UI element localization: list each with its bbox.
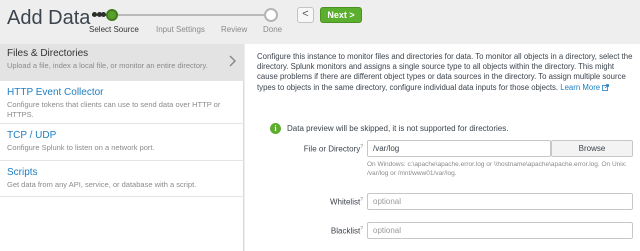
sidebar-item-desc: Configure tokens that clients can use to… <box>7 100 221 119</box>
chevron-right-icon <box>229 54 237 70</box>
path-hint: On Windows: c:\apache\apache.error.log o… <box>367 161 627 177</box>
sidebar-item-http-event-collector[interactable]: HTTP Event Collector Configure tokens th… <box>0 81 244 124</box>
back-button[interactable]: < <box>297 7 314 23</box>
wizard-track-todo <box>112 14 272 16</box>
source-sidebar: Files & Directories Upload a file, index… <box>0 44 244 251</box>
sidebar-item-title: TCP / UDP <box>7 130 57 141</box>
sidebar-item-title: Scripts <box>7 167 38 178</box>
whitelist-label: Whitelist? <box>330 197 363 207</box>
sidebar-item-desc: Configure Splunk to listen on a network … <box>7 143 155 152</box>
external-link-icon <box>602 83 610 91</box>
learn-more-link[interactable]: Learn More <box>560 83 600 92</box>
browse-button[interactable]: Browse <box>551 140 633 157</box>
sidebar-item-title: Files & Directories <box>7 48 89 59</box>
preview-skipped-notice: Data preview will be skipped, it is not … <box>287 124 509 133</box>
wizard-step-review: Review <box>221 25 248 34</box>
blacklist-label-text: Blacklist <box>330 226 361 236</box>
file-directory-label: File or Directory? <box>304 144 363 154</box>
wizard-step-current-node <box>106 9 118 21</box>
info-icon: i <box>270 123 281 134</box>
sidebar-item-files-directories[interactable]: Files & Directories Upload a file, index… <box>0 44 244 81</box>
wizard-step-done: Done <box>263 25 283 34</box>
page-title: Add Data <box>7 7 91 29</box>
wizard-step-input-settings: Input Settings <box>156 25 205 34</box>
help-mark[interactable]: ? <box>360 144 363 150</box>
source-description: Configure this instance to monitor files… <box>257 52 635 93</box>
blacklist-label: Blacklist? <box>331 226 363 236</box>
wizard-step-select-source: Select Source <box>89 25 139 34</box>
whitelist-input[interactable] <box>367 193 633 210</box>
main-content: Configure this instance to monitor files… <box>245 44 640 251</box>
sidebar-item-tcp-udp[interactable]: TCP / UDP Configure Splunk to listen on … <box>0 124 244 161</box>
sidebar-item-title: HTTP Event Collector <box>7 87 104 98</box>
help-mark[interactable]: ? <box>360 197 363 203</box>
file-directory-input[interactable] <box>367 140 551 157</box>
blacklist-input[interactable] <box>367 222 633 239</box>
next-button[interactable]: Next > <box>320 7 362 23</box>
sidebar-item-desc: Upload a file, index a local file, or mo… <box>7 61 208 70</box>
top-bar: Add Data Select Source Input Settings Re… <box>0 0 640 44</box>
wizard-step-done-node <box>264 8 278 22</box>
wizard-progress: Select Source Input Settings Review Done <box>86 6 286 40</box>
whitelist-label-text: Whitelist <box>329 197 361 207</box>
help-mark[interactable]: ? <box>360 226 363 232</box>
file-directory-label-text: File or Directory <box>303 144 361 154</box>
sidebar-item-scripts[interactable]: Scripts Get data from any API, service, … <box>0 161 244 197</box>
sidebar-item-desc: Get data from any API, service, or datab… <box>7 180 197 189</box>
